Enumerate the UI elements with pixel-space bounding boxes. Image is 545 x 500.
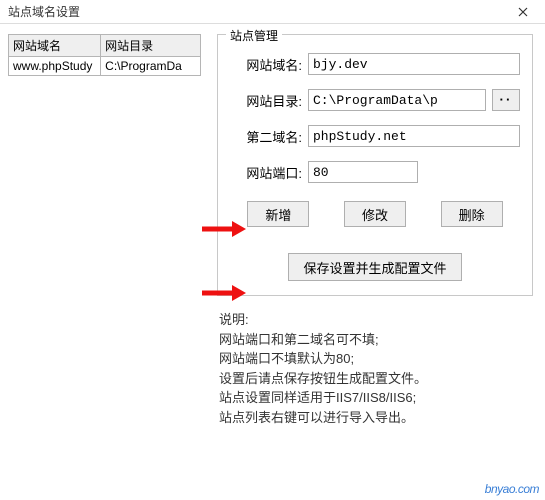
label-port: 网站端口: <box>230 163 302 182</box>
col-domain[interactable]: 网站域名 <box>9 35 101 57</box>
desc-line: 网站端口不填默认为80; <box>219 349 533 369</box>
row-second: 第二域名: <box>230 125 520 147</box>
titlebar: 站点域名设置 <box>0 0 545 24</box>
content: 网站域名 网站目录 www.phpStudy C:\ProgramDa 站点管理… <box>0 24 545 500</box>
label-dir: 网站目录: <box>230 91 302 110</box>
group-title: 站点管理 <box>226 27 282 44</box>
desc-title: 说明: <box>219 310 533 330</box>
input-domain[interactable] <box>308 53 520 75</box>
label-domain: 网站域名: <box>230 55 302 74</box>
right-panel: 站点管理 网站域名: 网站目录: ·· 第二域名: 网站端口: 新增 修改 <box>209 24 545 500</box>
description: 说明: 网站端口和第二域名可不填; 网站端口不填默认为80; 设置后请点保存按钮… <box>217 306 533 427</box>
row-dir: 网站目录: ·· <box>230 89 520 111</box>
cell-dir: C:\ProgramDa <box>101 57 201 76</box>
input-second[interactable] <box>308 125 520 147</box>
cell-domain: www.phpStudy <box>9 57 101 76</box>
desc-line: 站点列表右键可以进行导入导出。 <box>219 408 533 428</box>
desc-line: 网站端口和第二域名可不填; <box>219 330 533 350</box>
add-button[interactable]: 新增 <box>247 201 309 227</box>
edit-button[interactable]: 修改 <box>344 201 406 227</box>
browse-button[interactable]: ·· <box>492 89 520 111</box>
label-second: 第二域名: <box>230 127 302 146</box>
watermark: bnyao.com <box>485 482 539 496</box>
site-table[interactable]: 网站域名 网站目录 www.phpStudy C:\ProgramDa <box>8 34 201 76</box>
input-dir[interactable] <box>308 89 486 111</box>
left-panel: 网站域名 网站目录 www.phpStudy C:\ProgramDa <box>0 24 209 500</box>
close-button[interactable] <box>503 1 543 23</box>
col-dir[interactable]: 网站目录 <box>101 35 201 57</box>
save-button[interactable]: 保存设置并生成配置文件 <box>288 253 461 281</box>
window-title: 站点域名设置 <box>8 3 80 20</box>
close-icon <box>518 7 528 17</box>
input-port[interactable] <box>308 161 418 183</box>
desc-line: 站点设置同样适用于IIS7/IIS8/IIS6; <box>219 388 533 408</box>
delete-button[interactable]: 删除 <box>441 201 503 227</box>
row-port: 网站端口: <box>230 161 520 183</box>
row-domain: 网站域名: <box>230 53 520 75</box>
site-group: 站点管理 网站域名: 网站目录: ·· 第二域名: 网站端口: 新增 修改 <box>217 34 533 296</box>
save-row: 保存设置并生成配置文件 <box>230 253 520 281</box>
action-buttons: 新增 修改 删除 <box>230 201 520 227</box>
table-row[interactable]: www.phpStudy C:\ProgramDa <box>9 57 201 76</box>
desc-line: 设置后请点保存按钮生成配置文件。 <box>219 369 533 389</box>
